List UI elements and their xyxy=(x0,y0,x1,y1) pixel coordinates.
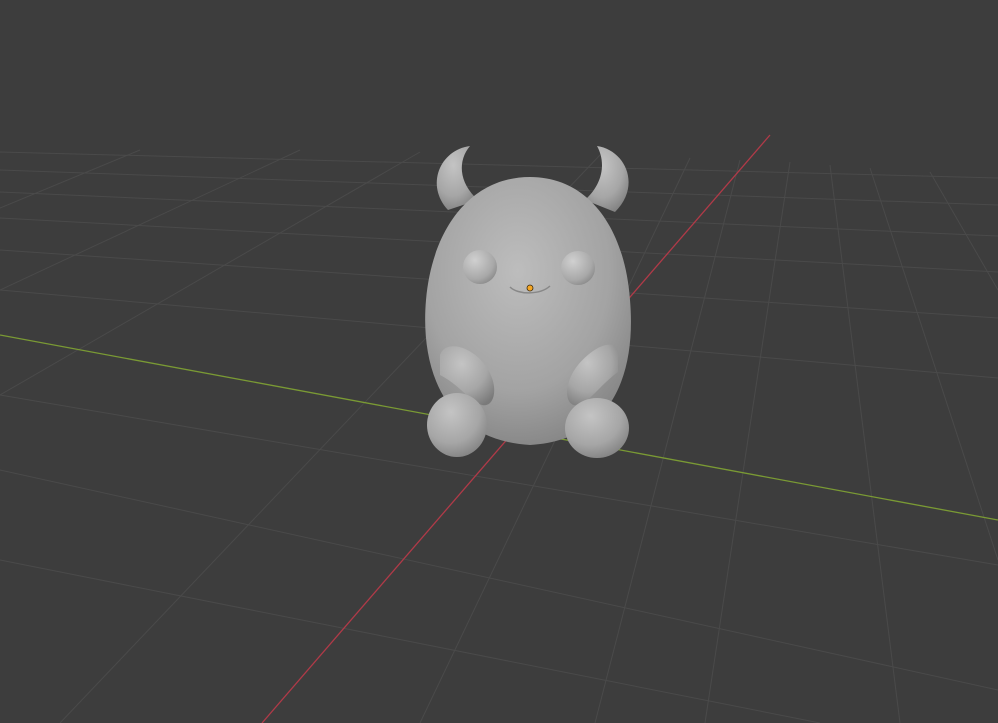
right-eye xyxy=(561,251,595,285)
left-eye xyxy=(463,250,497,284)
left-foot xyxy=(427,393,487,457)
viewport-canvas[interactable] xyxy=(0,0,998,723)
object-origin-point[interactable] xyxy=(526,284,534,292)
right-foot xyxy=(565,398,629,458)
3d-viewport[interactable] xyxy=(0,0,998,723)
monster-model[interactable] xyxy=(425,146,631,458)
